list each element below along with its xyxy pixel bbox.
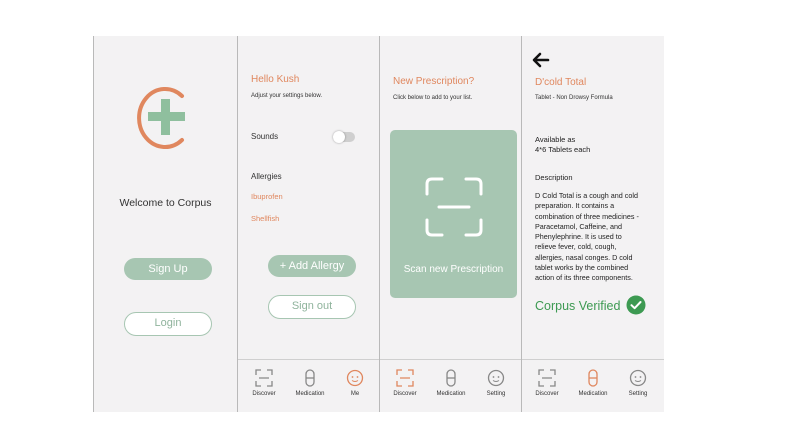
welcome-text: Welcome to Corpus: [119, 197, 212, 209]
nav-discover[interactable]: Discover: [240, 369, 288, 397]
nav-medication[interactable]: Medication: [286, 369, 334, 397]
description-text: D Cold Total is a cough and cold prepara…: [535, 191, 661, 284]
bottom-nav: Discover Medication Me: [238, 359, 379, 412]
description-line: action of its three components.: [535, 273, 633, 283]
scan-label: Scan new Prescription: [403, 264, 504, 275]
description-line: relieve fever, cold, cough,: [535, 242, 617, 252]
back-arrow-icon[interactable]: [532, 52, 550, 68]
allergy-item[interactable]: Ibuprofen: [251, 192, 283, 201]
allergies-heading: Allergies: [251, 172, 282, 181]
nav-medication[interactable]: Medication: [427, 369, 475, 397]
available-quantity: 4*6 Tablets each: [535, 145, 591, 154]
welcome-screen: Welcome to Corpus Sign Up Login: [94, 36, 237, 412]
settings-subtitle: Adjust your settings below.: [251, 93, 323, 99]
nav-label: Medication: [436, 391, 466, 397]
nav-label: Medication: [295, 391, 325, 397]
check-circle-icon: [626, 295, 646, 315]
pill-icon: [305, 369, 315, 387]
description-heading: Description: [535, 173, 573, 182]
pill-icon: [588, 369, 598, 387]
allergy-item[interactable]: Shellfish: [251, 214, 279, 223]
scan-icon: [255, 369, 273, 387]
toggle-knob: [333, 131, 345, 143]
add-allergy-button[interactable]: + Add Allergy: [268, 255, 356, 277]
face-icon: [346, 369, 364, 387]
nav-discover[interactable]: Discover: [523, 369, 571, 397]
pill-icon: [446, 369, 456, 387]
nav-medication[interactable]: Medication: [569, 369, 617, 397]
medication-title: D'cold Total: [535, 77, 587, 88]
description-line: combination of three medicines -: [535, 211, 639, 221]
login-button[interactable]: Login: [124, 312, 212, 336]
nav-label: Setting: [486, 391, 506, 397]
scan-icon: [538, 369, 556, 387]
scan-icon: [396, 369, 414, 387]
nav-label: Discover: [393, 391, 417, 397]
medication-subtitle: Tablet - Non Drowsy Formula: [535, 95, 613, 101]
scan-icon: [425, 177, 483, 237]
face-icon: [487, 369, 505, 387]
nav-label: Discover: [252, 391, 276, 397]
nav-setting[interactable]: Setting: [614, 369, 662, 397]
nav-me[interactable]: Me: [331, 369, 379, 397]
face-icon: [629, 369, 647, 387]
nav-discover[interactable]: Discover: [381, 369, 429, 397]
settings-screen: Hello Kush Adjust your settings below. S…: [238, 36, 379, 412]
description-line: Phenylephrine. It is used to: [535, 232, 622, 242]
prescription-subtitle: Click below to add to your list.: [393, 95, 473, 101]
new-prescription-screen: New Prescription? Click below to add to …: [380, 36, 521, 412]
nav-setting[interactable]: Setting: [472, 369, 520, 397]
medication-detail-screen: D'cold Total Tablet - Non Drowsy Formula…: [522, 36, 664, 412]
description-line: tablet works by the combined: [535, 263, 629, 273]
nav-label: Me: [350, 391, 360, 397]
available-as: Available as: [535, 135, 576, 144]
greeting-title: Hello Kush: [251, 74, 300, 85]
description-line: Paracetamol, Caffeine, and: [535, 221, 622, 231]
prescription-title: New Prescription?: [393, 76, 475, 87]
bottom-nav: Discover Medication Setting: [522, 359, 664, 412]
bottom-nav: Discover Medication Setting: [380, 359, 521, 412]
sounds-toggle[interactable]: [333, 131, 355, 143]
corpus-logo: [137, 87, 185, 149]
nav-label: Medication: [578, 391, 608, 397]
signup-button[interactable]: Sign Up: [124, 258, 212, 280]
nav-label: Discover: [535, 391, 559, 397]
sign-out-button[interactable]: Sign out: [268, 295, 356, 319]
scan-prescription-card[interactable]: Scan new Prescription: [390, 130, 517, 298]
description-line: preparation. It contains a: [535, 201, 615, 211]
sounds-label: Sounds: [251, 132, 279, 141]
description-line: allergies, nasal conges. D cold: [535, 252, 633, 262]
verified-label: Corpus Verified: [535, 299, 621, 313]
description-line: D Cold Total is a cough and cold: [535, 191, 638, 200]
nav-label: Setting: [628, 391, 648, 397]
